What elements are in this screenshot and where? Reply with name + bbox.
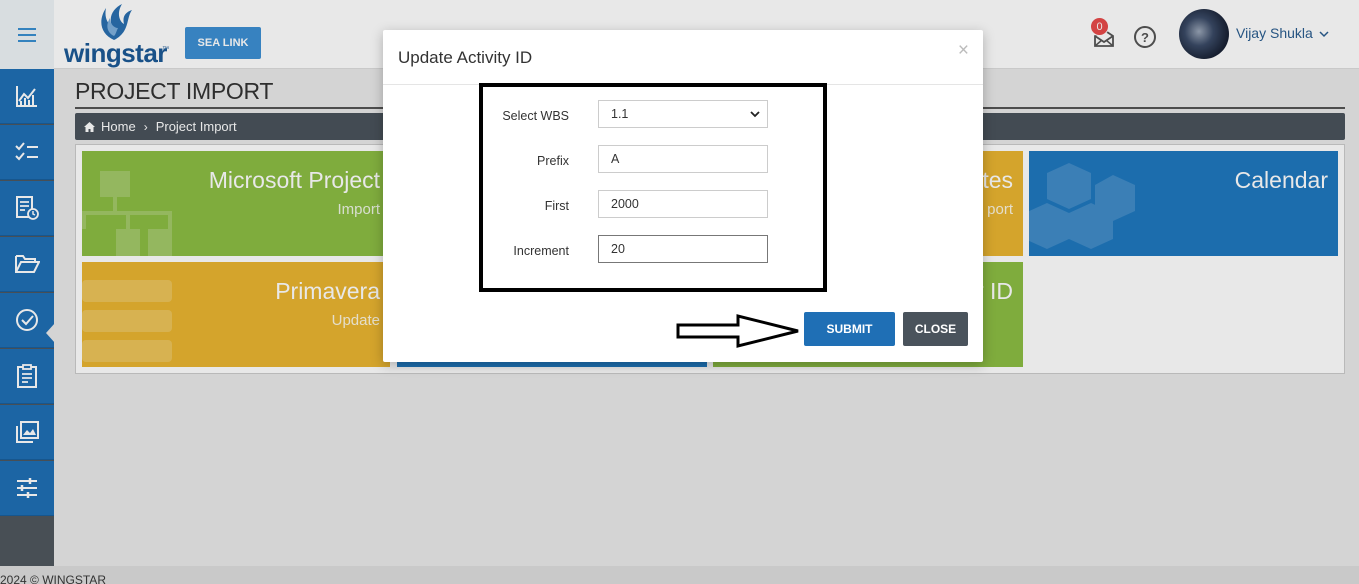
- wbs-selected-value: 1.1: [611, 107, 629, 121]
- update-activity-id-dialog: Update Activity ID × Select WBS 1.1 Pref…: [383, 30, 983, 362]
- annotation-arrow-icon: [676, 314, 799, 348]
- modal-title: Update Activity ID: [398, 48, 533, 67]
- prefix-label: Prefix: [537, 154, 569, 168]
- modal-header: Update Activity ID ×: [383, 30, 983, 85]
- close-button[interactable]: CLOSE: [903, 312, 968, 346]
- first-input[interactable]: 2000: [598, 190, 768, 218]
- increment-input[interactable]: 20: [598, 235, 768, 263]
- increment-label: Increment: [513, 244, 569, 258]
- footer: 2024 © WINGSTAR: [0, 566, 1359, 584]
- submit-button[interactable]: SUBMIT: [804, 312, 895, 346]
- wbs-label: Select WBS: [502, 109, 569, 123]
- close-icon[interactable]: ×: [958, 40, 969, 62]
- footer-copyright: 2024 © WINGSTAR: [0, 573, 106, 584]
- chevron-down-icon: [750, 111, 760, 118]
- prefix-input[interactable]: A: [598, 145, 768, 173]
- wbs-select[interactable]: 1.1: [598, 100, 768, 128]
- first-label: First: [544, 199, 569, 213]
